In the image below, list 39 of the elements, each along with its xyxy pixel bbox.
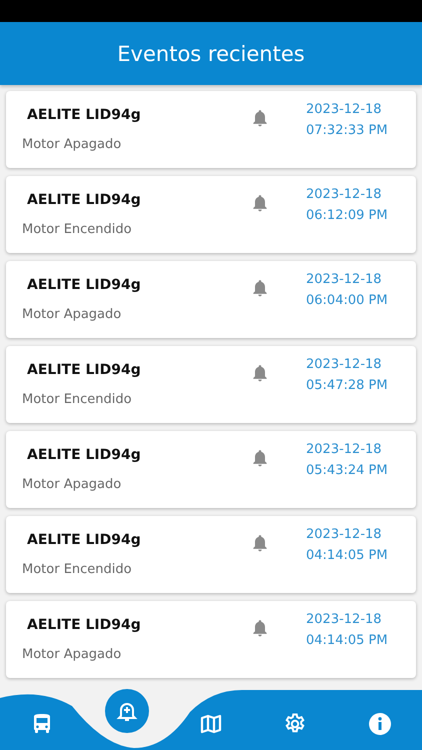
event-text: Motor Apagado — [22, 647, 122, 662]
device-name: AELITE LID94g — [26, 362, 142, 378]
event-card[interactable]: AELITE LID94g Motor Apagado 2023-12-18 05:43:24 PM — [6, 431, 416, 508]
event-time: 05:43:24 PM — [306, 462, 389, 478]
page-title: Eventos recientes — [117, 42, 305, 66]
event-text: Motor Apagado — [22, 307, 122, 322]
map-icon — [198, 712, 223, 736]
event-date: 2023-12-18 — [306, 272, 383, 286]
event-date: 2023-12-18 — [306, 526, 383, 542]
device-name: AELITE LID94g — [26, 107, 142, 123]
device-name: AELITE LID94g — [26, 447, 142, 463]
event-text: Motor Apagado — [22, 477, 122, 492]
event-card[interactable]: AELITE LID94g Motor Encendido 2023-12-18 06:12:09 PM — [6, 176, 416, 253]
event-time: 04:14:05 PM — [306, 632, 389, 648]
event-card[interactable]: AELITE LID94g Motor Encendido 2023-12-18 04:14:05 PM — [6, 516, 416, 593]
event-card[interactable]: AELITE LID94g Motor Apagado 2023-12-18 06:04:00 PM — [6, 261, 416, 338]
event-time: 06:04:00 PM — [306, 292, 389, 308]
event-date: 2023-12-18 — [306, 442, 383, 456]
device-name: AELITE LID94g — [26, 617, 142, 633]
event-date: 2023-12-18 — [306, 102, 383, 116]
device-name: AELITE LID94g — [26, 192, 142, 208]
event-card[interactable]: AELITE LID94g Motor Encendido 2023-12-18 05:47:28 PM — [6, 346, 416, 423]
event-time: 04:14:05 PM — [306, 548, 389, 562]
event-time: 07:32:33 PM — [306, 122, 389, 138]
event-date: 2023-12-18 — [306, 356, 383, 372]
event-time: 06:12:09 PM — [306, 208, 389, 222]
info-icon — [368, 712, 392, 736]
event-text: Motor Encendido — [22, 392, 133, 407]
event-text: Motor Encendido — [22, 222, 133, 237]
device-name: AELITE LID94g — [26, 532, 142, 548]
event-time: 05:47:28 PM — [306, 378, 389, 392]
event-date: 2023-12-18 — [306, 186, 383, 202]
event-card[interactable]: AELITE LID94g Motor Apagado 2023-12-18 07:32:33 PM — [6, 91, 416, 168]
device-name: AELITE LID94g — [26, 277, 142, 293]
event-text: Motor Apagado — [22, 137, 122, 152]
event-text: Motor Encendido — [22, 562, 133, 577]
event-date: 2023-12-18 — [306, 612, 383, 626]
alerts-tab[interactable] — [104, 689, 149, 733]
event-card[interactable]: AELITE LID94g Motor Apagado 2023-12-18 04:14:05 PM — [6, 601, 416, 678]
